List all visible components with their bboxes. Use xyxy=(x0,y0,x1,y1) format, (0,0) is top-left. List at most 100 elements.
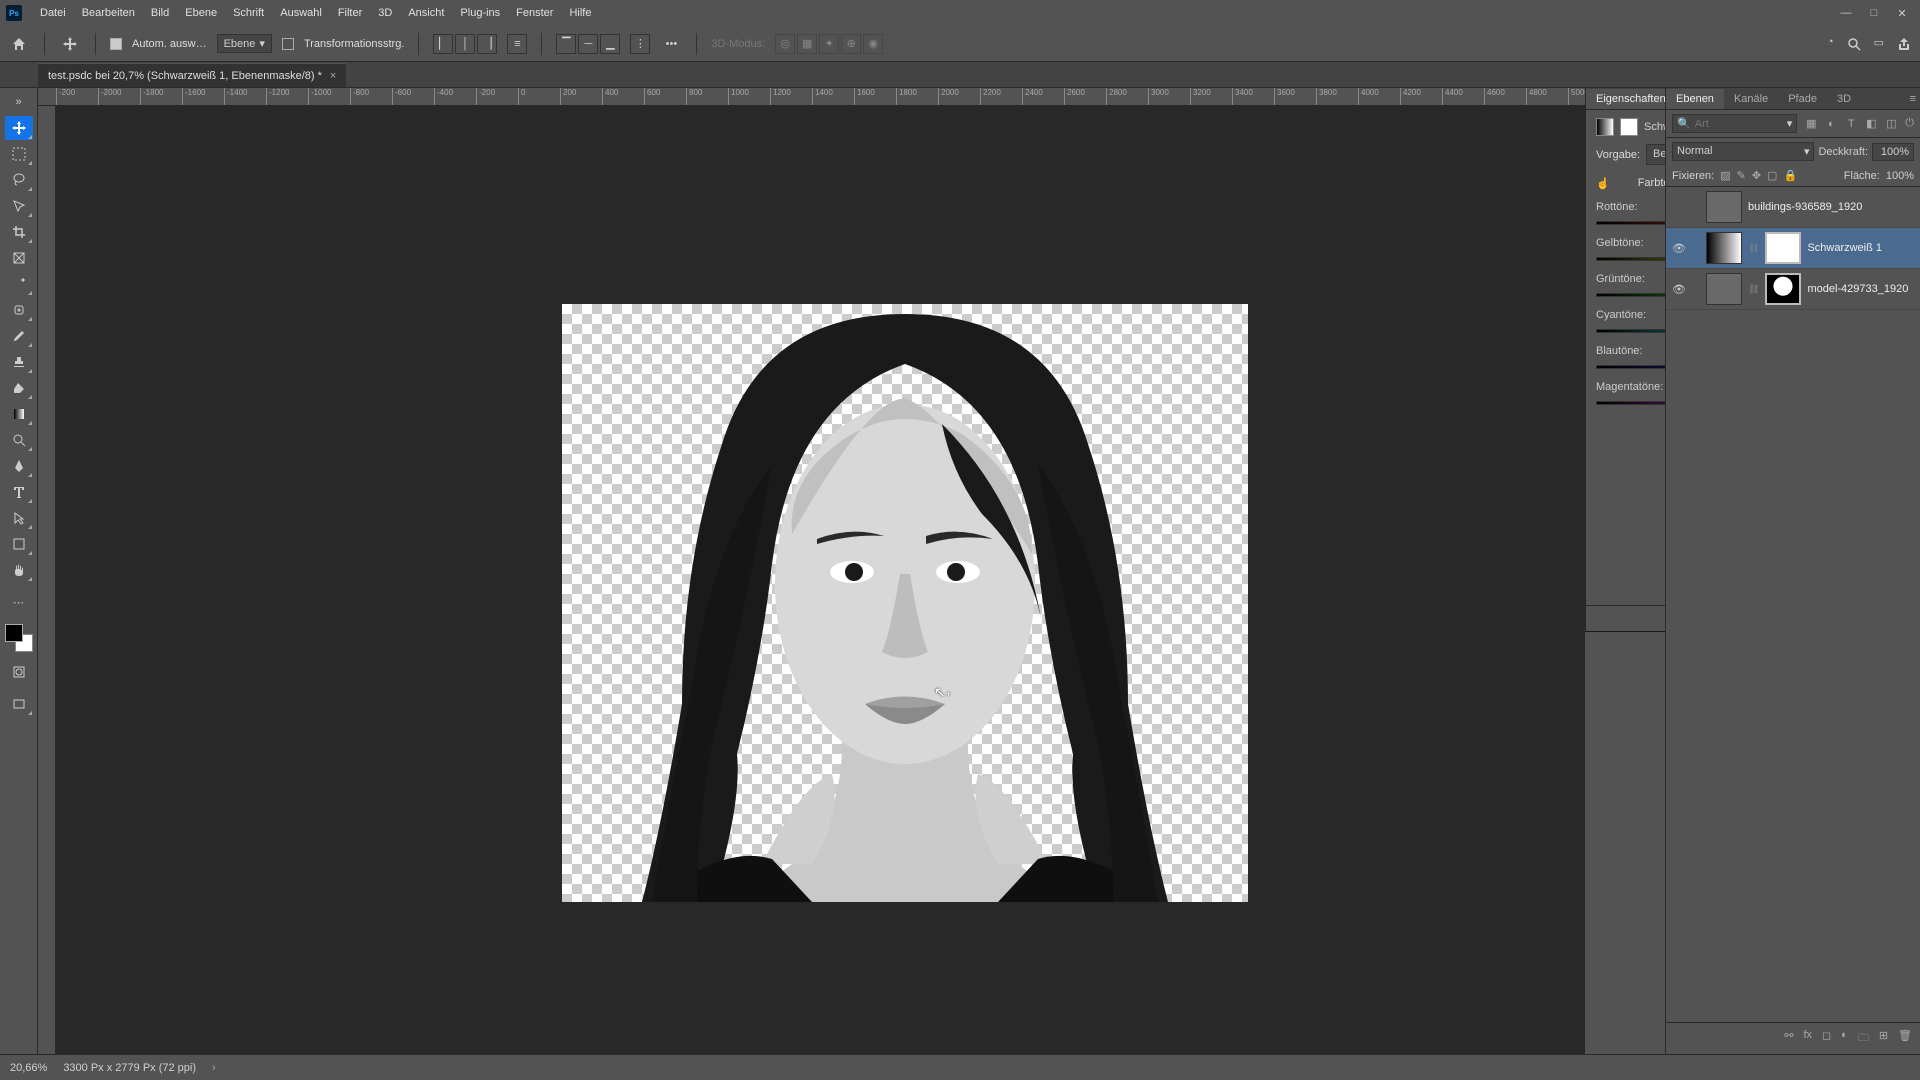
document-tab[interactable]: test.psdc bei 20,7% (Schwarzweiß 1, Eben… xyxy=(38,63,346,87)
align-vcenter-icon[interactable]: ─ xyxy=(578,34,598,54)
menu-fenster[interactable]: Fenster xyxy=(508,3,561,23)
zoom-level[interactable]: 20,66% xyxy=(10,1062,47,1074)
auto-select-checkbox[interactable] xyxy=(110,38,122,50)
mask-link-1[interactable]: ⛓ xyxy=(1748,243,1759,254)
lock-transparency-icon[interactable]: ▨ xyxy=(1720,169,1730,182)
layer-name-2[interactable]: model-429733_1920 xyxy=(1807,283,1914,295)
menu-bild[interactable]: Bild xyxy=(143,3,177,23)
home-icon[interactable] xyxy=(8,33,30,55)
menu-plug-ins[interactable]: Plug-ins xyxy=(452,3,508,23)
distribute-h-icon[interactable]: ≡ xyxy=(507,34,527,54)
layer-row-0[interactable]: buildings-936589_1920 xyxy=(1666,187,1920,228)
layer-thumb-2[interactable] xyxy=(1706,273,1742,305)
filter-smart-icon[interactable]: ◫ xyxy=(1883,116,1899,132)
layer-name-0[interactable]: buildings-936589_1920 xyxy=(1748,201,1914,213)
menu-datei[interactable]: Datei xyxy=(32,3,74,23)
layer-filter-input[interactable] xyxy=(1695,118,1783,130)
add-mask-icon[interactable]: ◻ xyxy=(1822,1029,1831,1048)
gradient-tool[interactable] xyxy=(5,402,33,426)
align-hcenter-icon[interactable]: │ xyxy=(455,34,475,54)
tab-3d[interactable]: 3D xyxy=(1827,89,1861,109)
layer-visibility-2[interactable]: 👁 xyxy=(1672,283,1688,296)
selection-tool[interactable] xyxy=(5,194,33,218)
color-swatch[interactable] xyxy=(5,624,33,652)
opacity-input[interactable]: 100% xyxy=(1872,143,1914,161)
layer-visibility-1[interactable]: 👁 xyxy=(1672,242,1688,255)
delete-layer-icon[interactable]: 🗑 xyxy=(1898,1029,1912,1048)
edit-toolbar-icon[interactable]: ⋯ xyxy=(5,590,33,614)
status-more-icon[interactable]: › xyxy=(212,1062,216,1074)
type-tool[interactable] xyxy=(5,480,33,504)
panel-toggle-icon[interactable]: » xyxy=(5,90,33,114)
new-group-icon[interactable]: 🗀 xyxy=(1858,1029,1869,1048)
align-left-icon[interactable]: ▏ xyxy=(433,34,453,54)
tab-eigenschaften[interactable]: Eigenschaften xyxy=(1586,89,1676,109)
layer-row-1[interactable]: 👁 ⛓ Schwarzweiß 1 xyxy=(1666,228,1920,269)
layers-menu-icon[interactable]: ≡ xyxy=(1910,93,1916,105)
more-options-icon[interactable]: ••• xyxy=(660,33,682,55)
layer-thumb-0[interactable] xyxy=(1706,191,1742,223)
filter-toggle-icon[interactable]: ⏻ xyxy=(1905,117,1914,130)
eyedropper-tool[interactable] xyxy=(5,272,33,296)
menu-ansicht[interactable]: Ansicht xyxy=(400,3,452,23)
layer-row-2[interactable]: 👁 ⛓ model-429733_1920 xyxy=(1666,269,1920,310)
hand-adjust-icon[interactable]: ☝ xyxy=(1596,177,1610,190)
crop-tool[interactable] xyxy=(5,220,33,244)
lock-pixels-icon[interactable]: ✎ xyxy=(1737,169,1746,182)
align-top-icon[interactable]: ▔ xyxy=(556,34,576,54)
fill-input[interactable]: 100% xyxy=(1886,170,1914,182)
filter-shape-icon[interactable]: ◧ xyxy=(1863,116,1879,132)
lasso-tool[interactable] xyxy=(5,168,33,192)
layer-name-1[interactable]: Schwarzweiß 1 xyxy=(1807,242,1914,254)
menu-filter[interactable]: Filter xyxy=(330,3,370,23)
workspace-icon[interactable]: ▭ xyxy=(1874,36,1884,52)
hand-tool[interactable] xyxy=(5,558,33,582)
foreground-color[interactable] xyxy=(5,624,23,642)
align-right-icon[interactable]: ▕ xyxy=(477,34,497,54)
filter-pixel-icon[interactable]: ▦ xyxy=(1803,116,1819,132)
shape-tool[interactable] xyxy=(5,532,33,556)
healing-brush-tool[interactable] xyxy=(5,298,33,322)
cloud-docs-icon[interactable]: ◔ xyxy=(1827,36,1834,52)
tab-ebenen[interactable]: Ebenen xyxy=(1666,89,1724,109)
lock-position-icon[interactable]: ✥ xyxy=(1752,169,1761,182)
new-adjustment-icon[interactable]: ◐ xyxy=(1841,1029,1848,1048)
share-icon[interactable] xyxy=(1896,36,1912,52)
layer-mask-1[interactable] xyxy=(1765,232,1801,264)
layer-thumb-1[interactable] xyxy=(1706,232,1742,264)
dodge-tool[interactable] xyxy=(5,428,33,452)
menu-auswahl[interactable]: Auswahl xyxy=(272,3,330,23)
menu-bearbeiten[interactable]: Bearbeiten xyxy=(74,3,143,23)
search-icon[interactable] xyxy=(1846,36,1862,52)
tab-kanäle[interactable]: Kanäle xyxy=(1724,89,1778,109)
marquee-tool[interactable] xyxy=(5,142,33,166)
transform-controls-checkbox[interactable] xyxy=(282,38,294,50)
layer-mask-2[interactable] xyxy=(1765,273,1801,305)
menu-schrift[interactable]: Schrift xyxy=(225,3,272,23)
distribute-v-icon[interactable]: ⋮ xyxy=(630,34,650,54)
mask-link-2[interactable]: ⛓ xyxy=(1748,284,1759,295)
brush-tool[interactable] xyxy=(5,324,33,348)
stamp-tool[interactable] xyxy=(5,350,33,374)
filter-adjust-icon[interactable]: ◐ xyxy=(1823,116,1839,132)
menu-ebene[interactable]: Ebene xyxy=(177,3,225,23)
auto-select-target-dropdown[interactable]: Ebene▾ xyxy=(217,34,272,53)
canvas-area[interactable]: ↖+ xyxy=(56,106,1585,1054)
close-tab-icon[interactable]: × xyxy=(330,70,336,82)
frame-tool[interactable] xyxy=(5,246,33,270)
menu-3d[interactable]: 3D xyxy=(370,3,400,23)
lock-all-icon[interactable]: 🔒 xyxy=(1783,169,1797,182)
new-layer-icon[interactable]: ⊞ xyxy=(1879,1029,1888,1048)
close-icon[interactable]: ✕ xyxy=(1890,3,1914,23)
lock-artboard-icon[interactable]: ▢ xyxy=(1767,169,1777,182)
screen-mode-icon[interactable] xyxy=(5,692,33,716)
blend-mode-dropdown[interactable]: Normal▾ xyxy=(1672,142,1814,161)
maximize-icon[interactable]: □ xyxy=(1862,3,1886,23)
link-layers-icon[interactable]: ⚯ xyxy=(1784,1029,1793,1048)
layer-style-icon[interactable]: fx xyxy=(1803,1029,1812,1048)
eraser-tool[interactable] xyxy=(5,376,33,400)
minimize-icon[interactable]: — xyxy=(1834,3,1858,23)
move-tool[interactable] xyxy=(5,116,33,140)
align-bottom-icon[interactable]: ▁ xyxy=(600,34,620,54)
path-select-tool[interactable] xyxy=(5,506,33,530)
